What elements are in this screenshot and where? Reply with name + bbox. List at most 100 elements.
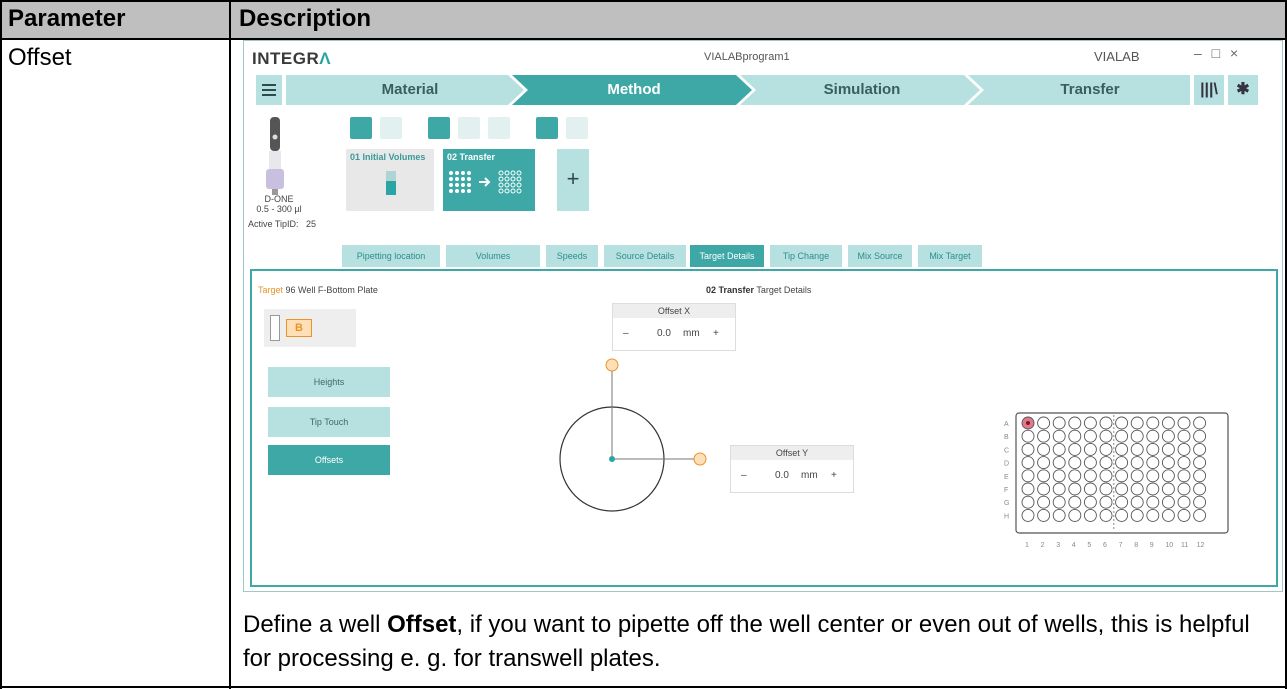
plate-well[interactable]: [1099, 482, 1113, 496]
plate-well[interactable]: [1193, 416, 1207, 430]
plate-well[interactable]: [1177, 429, 1191, 443]
plate-well[interactable]: [1083, 482, 1097, 496]
plate-well[interactable]: [1021, 429, 1035, 443]
plate-well[interactable]: [1177, 495, 1191, 509]
plate-well[interactable]: [1052, 442, 1066, 456]
plate-well[interactable]: [1177, 442, 1191, 456]
plate-well[interactable]: [1161, 469, 1175, 483]
tool-delete-icon[interactable]: [536, 117, 558, 139]
plate-well[interactable]: [1083, 416, 1097, 430]
plate-well[interactable]: [1177, 482, 1191, 496]
plate-well[interactable]: [1052, 495, 1066, 509]
offset-y-value[interactable]: 0.0: [775, 470, 789, 481]
step-card-initial-volumes[interactable]: 01 Initial Volumes: [346, 149, 434, 211]
plate-well[interactable]: [1115, 508, 1129, 522]
step-simulation[interactable]: Simulation: [762, 75, 962, 105]
plate-well[interactable]: [1052, 416, 1066, 430]
plate-well[interactable]: [1099, 456, 1113, 470]
plate-well[interactable]: [1146, 469, 1160, 483]
plate-well[interactable]: [1083, 495, 1097, 509]
plate-well[interactable]: [1115, 482, 1129, 496]
plate-well[interactable]: [1037, 442, 1051, 456]
plate-well[interactable]: [1130, 469, 1144, 483]
plate-well[interactable]: [1130, 429, 1144, 443]
plate-well[interactable]: [1021, 442, 1035, 456]
plate-well[interactable]: [1037, 456, 1051, 470]
tool-insert-icon[interactable]: [380, 117, 402, 139]
plate-well[interactable]: [1052, 508, 1066, 522]
plate-well[interactable]: [1193, 456, 1207, 470]
plate-well[interactable]: [1037, 482, 1051, 496]
tool-redo-icon[interactable]: [488, 117, 510, 139]
plate-well[interactable]: [1130, 482, 1144, 496]
step-transfer[interactable]: Transfer: [990, 75, 1190, 105]
plate-well[interactable]: [1083, 429, 1097, 443]
plate-well[interactable]: [1083, 469, 1097, 483]
plate-well[interactable]: [1161, 442, 1175, 456]
plate-well[interactable]: [1177, 469, 1191, 483]
tab-tip-change[interactable]: Tip Change: [770, 245, 842, 267]
plate-well[interactable]: [1037, 429, 1051, 443]
plate-well[interactable]: [1115, 416, 1129, 430]
plate-well[interactable]: [1161, 495, 1175, 509]
plate-well[interactable]: [1130, 508, 1144, 522]
plate-position-selector[interactable]: B: [264, 309, 356, 347]
plate-well[interactable]: [1161, 508, 1175, 522]
plate-well[interactable]: [1021, 482, 1035, 496]
plate-well[interactable]: [1083, 442, 1097, 456]
plate-well[interactable]: [1115, 456, 1129, 470]
plate-well[interactable]: [1099, 442, 1113, 456]
plate-well[interactable]: [1193, 495, 1207, 509]
plate-well[interactable]: [1161, 429, 1175, 443]
settings-gear-icon[interactable]: ✱: [1228, 75, 1258, 105]
plate-well[interactable]: [1115, 495, 1129, 509]
plate-well[interactable]: [1083, 508, 1097, 522]
plate-well[interactable]: [1161, 416, 1175, 430]
plate-well[interactable]: [1083, 456, 1097, 470]
plate-well[interactable]: [1161, 456, 1175, 470]
library-icon[interactable]: |||\: [1194, 75, 1224, 105]
tab-mix-source[interactable]: Mix Source: [848, 245, 912, 267]
plate-well[interactable]: [1052, 456, 1066, 470]
plate-well[interactable]: [1130, 416, 1144, 430]
plate-well[interactable]: [1052, 469, 1066, 483]
plate-well[interactable]: [1037, 508, 1051, 522]
plate-well[interactable]: [1146, 456, 1160, 470]
step-method[interactable]: Method: [534, 75, 734, 105]
tool-battery-icon[interactable]: [566, 117, 588, 139]
plate-well[interactable]: [1037, 416, 1051, 430]
plate-well[interactable]: [1130, 495, 1144, 509]
plate-well[interactable]: [1146, 495, 1160, 509]
hamburger-menu-icon[interactable]: [256, 75, 282, 105]
plate-well[interactable]: [1037, 469, 1051, 483]
offsets-button[interactable]: Offsets: [268, 445, 390, 475]
plate-well[interactable]: [1161, 482, 1175, 496]
tool-copy-icon[interactable]: [428, 117, 450, 139]
heights-button[interactable]: Heights: [268, 367, 390, 397]
plate-well[interactable]: [1068, 482, 1082, 496]
plate-well[interactable]: [1146, 442, 1160, 456]
add-step-button[interactable]: +: [557, 149, 589, 211]
plate-well[interactable]: [1021, 469, 1035, 483]
plate-well[interactable]: [1068, 429, 1082, 443]
offset-y-plus-button[interactable]: +: [831, 470, 837, 481]
tool-add-step-icon[interactable]: [350, 117, 372, 139]
plate-well[interactable]: [1052, 482, 1066, 496]
plate-well[interactable]: [1037, 495, 1051, 509]
plate-well[interactable]: [1068, 456, 1082, 470]
plate-well[interactable]: [1099, 469, 1113, 483]
plate-well[interactable]: [1052, 429, 1066, 443]
plate-well[interactable]: [1193, 442, 1207, 456]
plate-well[interactable]: [1130, 442, 1144, 456]
plate-well[interactable]: [1177, 416, 1191, 430]
offset-x-minus-button[interactable]: –: [623, 328, 629, 339]
plate-well[interactable]: [1146, 429, 1160, 443]
plate-well[interactable]: [1177, 456, 1191, 470]
plate-well[interactable]: [1130, 456, 1144, 470]
plate-well[interactable]: [1099, 429, 1113, 443]
x-drag-handle-icon[interactable]: [605, 358, 619, 372]
plate-well[interactable]: [1068, 442, 1082, 456]
tab-target-details[interactable]: Target Details: [690, 245, 764, 267]
plate-well[interactable]: [1193, 482, 1207, 496]
window-controls[interactable]: – □ ×: [1194, 45, 1241, 61]
